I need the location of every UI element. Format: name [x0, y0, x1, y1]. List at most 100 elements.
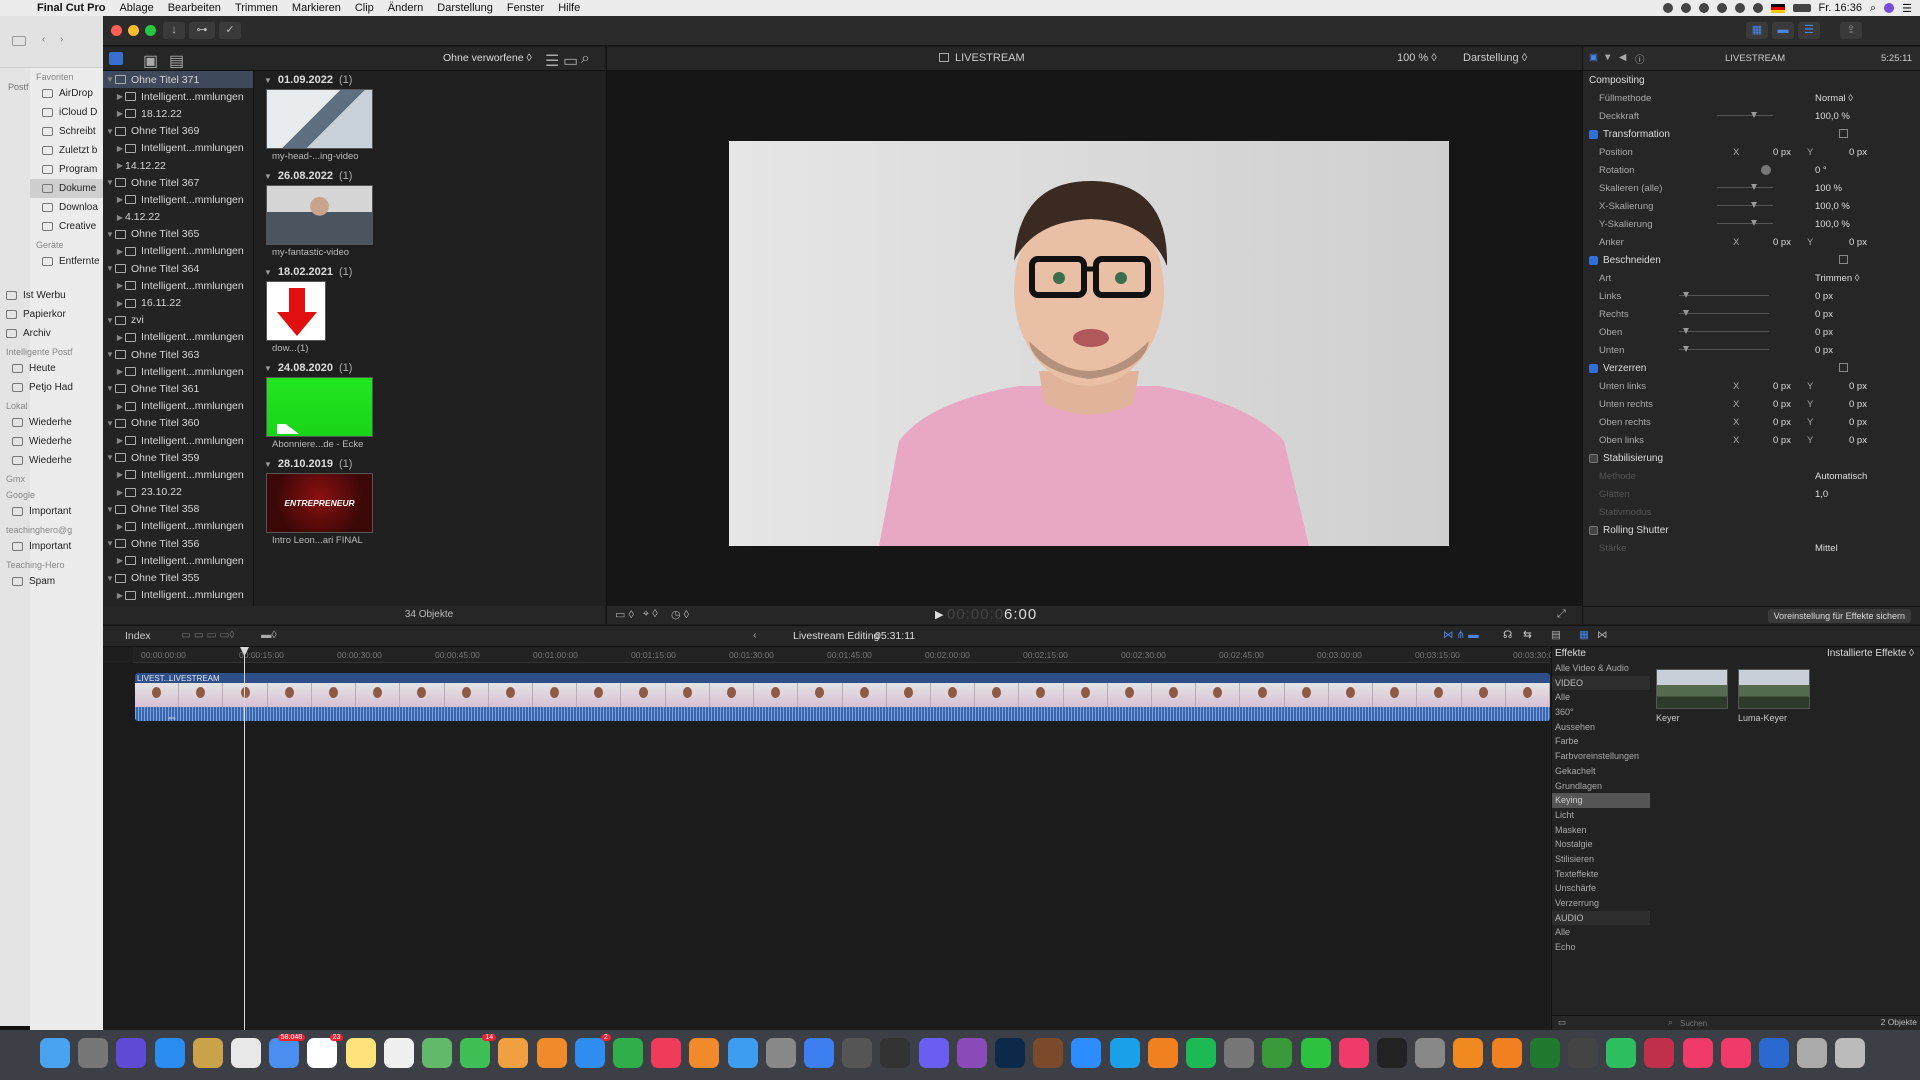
photos-icon[interactable]: ▣	[143, 51, 158, 71]
x-value[interactable]: 0 px	[1773, 435, 1791, 446]
disclosure-closed-icon[interactable]: ▶	[115, 488, 125, 497]
disclosure-open-icon[interactable]: ▼	[105, 384, 115, 393]
slider-track[interactable]	[1679, 331, 1769, 332]
disclosure-open-icon[interactable]: ▼	[105, 505, 115, 514]
slider-track[interactable]	[1679, 295, 1769, 296]
disclosure-closed-icon[interactable]: ▶	[115, 402, 125, 411]
effects-category[interactable]: Verzerrung	[1552, 896, 1650, 911]
disclosure-closed-icon[interactable]: ▶	[115, 522, 125, 531]
dock-evernote-icon[interactable]	[1606, 1038, 1637, 1068]
effects-category[interactable]: Masken	[1552, 823, 1650, 838]
library-item[interactable]: ▶ Intelligent...mmlungen	[103, 243, 253, 260]
dock-archive-icon[interactable]	[1033, 1038, 1064, 1068]
disclosure-closed-icon[interactable]: ▶	[115, 556, 125, 565]
disclosure-open-icon[interactable]: ▼	[105, 75, 115, 84]
disclosure-open-icon[interactable]: ▼	[105, 574, 115, 583]
dock-maps-icon[interactable]	[422, 1038, 452, 1068]
layout-timeline-button[interactable]: ▬	[1772, 22, 1794, 39]
menu-clip[interactable]: Clip	[348, 2, 381, 14]
inspector-parameter[interactable]: Glätten 1,0	[1583, 485, 1920, 503]
library-item[interactable]: ▶ Intelligent...mmlungen	[103, 329, 253, 346]
parameter-value[interactable]: 100,0 %	[1815, 201, 1850, 212]
disclosure-open-icon[interactable]: ▼	[105, 419, 115, 428]
sidebar-toggle-icon[interactable]: ▭	[1558, 1017, 1566, 1028]
dock-siri-icon[interactable]	[116, 1038, 147, 1068]
mail-item-werbung[interactable]: Ist Werbu	[0, 286, 104, 305]
titles-icon[interactable]: ▤	[169, 51, 184, 71]
dock-settings-icon[interactable]	[765, 1038, 796, 1068]
menu-markieren[interactable]: Markieren	[285, 2, 348, 14]
library-item[interactable]: ▶ 18.12.22	[103, 105, 253, 122]
disclosure-closed-icon[interactable]: ▶	[115, 591, 125, 600]
x-value[interactable]: 0 px	[1773, 381, 1791, 392]
library-item[interactable]: ▶ Intelligent...mmlungen	[103, 88, 253, 105]
section-checkbox[interactable]	[1589, 255, 1598, 265]
dock-trash-icon[interactable]	[1835, 1038, 1866, 1068]
library-event[interactable]: ▼ Ohne Titel 367	[103, 174, 253, 191]
finder-item-downloads[interactable]: Downloa	[30, 198, 104, 217]
effects-category[interactable]: Grundlagen	[1552, 779, 1650, 794]
reset-icon[interactable]	[1839, 129, 1848, 138]
library-event[interactable]: ▼ Ohne Titel 355	[103, 569, 253, 586]
effects-category[interactable]: 360°	[1552, 705, 1650, 720]
clip-appearance-icon[interactable]: ▭	[563, 51, 578, 71]
siri-icon[interactable]	[1884, 3, 1895, 13]
back-icon[interactable]: ‹	[753, 629, 757, 641]
inspector-parameter[interactable]: Anker X 0 px Y 0 px	[1583, 233, 1920, 251]
menu-aendern[interactable]: Ändern	[381, 2, 430, 14]
dock-photos-icon[interactable]	[498, 1038, 529, 1068]
dock-fcp-icon[interactable]	[880, 1038, 911, 1068]
browser-date-group[interactable]: ▼ 26.08.2022 (1)	[254, 167, 605, 185]
finder-item-airdrop[interactable]: AirDrop	[30, 84, 104, 103]
section-checkbox[interactable]	[1589, 525, 1598, 535]
status-icon[interactable]	[1698, 3, 1709, 13]
inspector-parameter[interactable]: Art Trimmen ◊	[1583, 269, 1920, 287]
clip-thumbnail[interactable]	[266, 185, 373, 245]
menu-darstellung[interactable]: Darstellung	[430, 2, 500, 14]
parameter-value[interactable]: 100,0 %	[1815, 111, 1850, 122]
record-icon[interactable]	[1662, 3, 1673, 13]
effects-category[interactable]: Stilisieren	[1552, 852, 1650, 867]
playhead[interactable]	[244, 647, 245, 1030]
snapping-icon[interactable]: ⋈ ⋔ ▬	[1443, 629, 1479, 641]
disclosure-open-icon[interactable]: ▼	[264, 268, 272, 277]
disclosure-open-icon[interactable]: ▼	[264, 76, 272, 85]
finder-item-documents[interactable]: Dokume	[30, 179, 104, 198]
effect-thumbnail[interactable]	[1656, 669, 1728, 709]
dock-magnet3-icon[interactable]	[1720, 1038, 1751, 1068]
library-event[interactable]: ▼ zvi	[103, 312, 253, 329]
dock-paint-icon[interactable]	[1262, 1038, 1293, 1068]
effects-category[interactable]: AUDIO	[1552, 910, 1650, 926]
effects-category[interactable]: Farbe	[1552, 734, 1650, 749]
y-value[interactable]: 0 px	[1849, 147, 1867, 158]
browser-clip[interactable]: ENTREPRENEUR Intro Leon...ari FINAL	[266, 473, 376, 551]
airplay-icon[interactable]	[1716, 3, 1727, 13]
x-value[interactable]: 0 px	[1773, 147, 1791, 158]
menu-fenster[interactable]: Fenster	[500, 2, 551, 14]
library-event[interactable]: ▼ Ohne Titel 363	[103, 346, 253, 363]
browser-clip[interactable]: my-fantastic-video	[266, 185, 376, 263]
headphones-icon[interactable]: ☊	[1503, 629, 1512, 641]
transitions-browser-icon[interactable]: ⋈	[1597, 629, 1608, 641]
dock-messages-icon[interactable]	[727, 1038, 758, 1068]
timecode-display[interactable]: 00:00:06:00	[947, 606, 1037, 623]
effect-thumbnail[interactable]	[1738, 669, 1810, 709]
battery-icon[interactable]	[1792, 4, 1811, 12]
dock-photoshop-icon[interactable]	[995, 1038, 1025, 1068]
mail-item-trash[interactable]: Papierkor	[0, 305, 104, 324]
effects-category[interactable]: Echo	[1552, 940, 1650, 955]
mail-item-important-google[interactable]: Important	[0, 502, 104, 521]
bluetooth-icon[interactable]	[1734, 3, 1745, 13]
effects-category[interactable]: Nostalgie	[1552, 837, 1650, 852]
parameter-value[interactable]: Mittel	[1815, 543, 1838, 554]
inspector-section[interactable]: Stabilisierung	[1583, 449, 1920, 467]
library-item[interactable]: ▶ Intelligent...mmlungen	[103, 587, 253, 604]
disclosure-closed-icon[interactable]: ▶	[115, 367, 125, 376]
mail-item-restore-3[interactable]: Wiederhe	[0, 451, 104, 470]
effects-category[interactable]: Gekachelt	[1552, 764, 1650, 779]
inspector-parameter[interactable]: Links 0 px	[1583, 287, 1920, 305]
dock-mail-icon[interactable]: 58.048	[269, 1034, 306, 1068]
filter-dropdown[interactable]: Ohne verworfene ◊	[443, 52, 532, 64]
menu-app-name[interactable]: Final Cut Pro	[30, 2, 112, 14]
disclosure-open-icon[interactable]: ▼	[105, 127, 115, 136]
